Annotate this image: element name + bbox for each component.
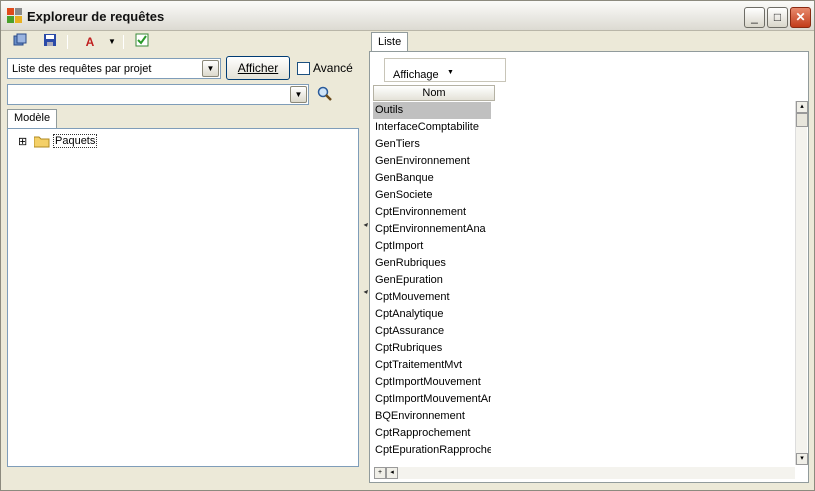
splitter[interactable]: ◂ ◂ [361, 34, 369, 486]
title-bar[interactable]: Exploreur de requêtes _ □ ✕ [1, 1, 814, 31]
list-item[interactable]: Outils [373, 102, 491, 119]
tab-liste[interactable]: Liste [371, 32, 409, 52]
list-item[interactable]: CptRubriques [373, 340, 491, 357]
query-list-select[interactable]: Liste des requêtes par projet ▼ [7, 58, 221, 79]
list-item[interactable]: CptEnvironnementAna [373, 221, 491, 238]
collapse-left-icon[interactable]: ◂ [363, 287, 367, 296]
tree-node-paquets[interactable]: Paquets [53, 134, 98, 148]
list-item[interactable]: GenRubriques [373, 255, 491, 272]
column-header-nom[interactable]: Nom [373, 85, 495, 101]
list-item[interactable]: CptEnvironnement [373, 204, 491, 221]
scroll-left-icon[interactable]: ◂ [386, 467, 398, 479]
window-title: Exploreur de requêtes [27, 9, 165, 24]
folder-icon [33, 135, 50, 151]
search-icon[interactable] [317, 86, 333, 105]
font-icon[interactable]: A [81, 33, 99, 51]
query-explorer-window: Exploreur de requêtes _ □ ✕ A ▼ Liste de… [0, 0, 815, 491]
tab-modele[interactable]: Modèle [7, 109, 58, 128]
avance-label: Avancé [313, 61, 353, 75]
vertical-scrollbar[interactable]: ▴ ▾ [795, 101, 808, 465]
list-item[interactable]: InterfaceComptabilite [373, 119, 491, 136]
scroll-down-icon[interactable]: ▾ [796, 453, 808, 465]
list-item[interactable]: CptAnalytique [373, 306, 491, 323]
list-item[interactable]: GenEnvironnement [373, 153, 491, 170]
query-list-select-value: Liste des requêtes par projet [12, 63, 152, 75]
view-toolbar: Affichage ▼ [384, 58, 506, 82]
affichage-button[interactable]: Affichage [393, 69, 439, 81]
list-item[interactable]: CptTraitementMvt [373, 357, 491, 374]
list-item[interactable]: CptAssurance [373, 323, 491, 340]
list-item[interactable]: CptImport [373, 238, 491, 255]
afficher-button[interactable]: Afficher [226, 56, 290, 80]
dropdown-arrow-icon[interactable]: ▼ [103, 33, 121, 51]
avance-checkbox[interactable] [297, 62, 310, 75]
scroll-up-icon[interactable]: ▴ [796, 101, 808, 113]
close-button[interactable]: ✕ [790, 7, 811, 28]
results-list: Outils InterfaceComptabilite GenTiers GenEn… [373, 102, 794, 462]
model-tree-panel: ⊞ Paquets [7, 128, 359, 467]
copy-icon[interactable] [11, 33, 29, 51]
chevron-down-icon[interactable]: ▼ [290, 86, 307, 103]
maximize-button[interactable]: □ [767, 7, 788, 28]
collapse-left-icon[interactable]: ◂ [363, 220, 367, 229]
save-icon[interactable] [41, 33, 59, 51]
toolbar-separator [67, 35, 68, 49]
toolbar-separator [123, 35, 124, 49]
list-item[interactable]: CptImportMouvement [373, 374, 491, 391]
list-item[interactable]: CptRapprochement [373, 425, 491, 442]
search-input[interactable]: ▼ [7, 84, 309, 105]
tree-expander[interactable]: ⊞ [18, 135, 27, 148]
list-item[interactable]: BQEnvironnement [373, 408, 491, 425]
list-item[interactable]: GenEpuration [373, 272, 491, 289]
minimize-button[interactable]: _ [744, 7, 765, 28]
check-icon[interactable] [133, 33, 151, 51]
list-item[interactable]: CptEpurationRapprochement [373, 442, 491, 459]
chevron-down-icon[interactable]: ▼ [447, 69, 454, 76]
expand-plus-icon[interactable]: + [374, 467, 386, 479]
app-icon [7, 8, 23, 24]
horizontal-scrollbar[interactable]: + ◂ [374, 467, 795, 479]
list-item[interactable]: GenSociete [373, 187, 491, 204]
toolbar: A ▼ [5, 32, 359, 52]
scroll-thumb[interactable] [796, 113, 808, 127]
chevron-down-icon[interactable]: ▼ [202, 60, 219, 77]
list-item[interactable]: CptImportMouvementAna [373, 391, 491, 408]
list-item[interactable]: GenBanque [373, 170, 491, 187]
list-item[interactable]: CptMouvement [373, 289, 491, 306]
list-item[interactable]: GenTiers [373, 136, 491, 153]
